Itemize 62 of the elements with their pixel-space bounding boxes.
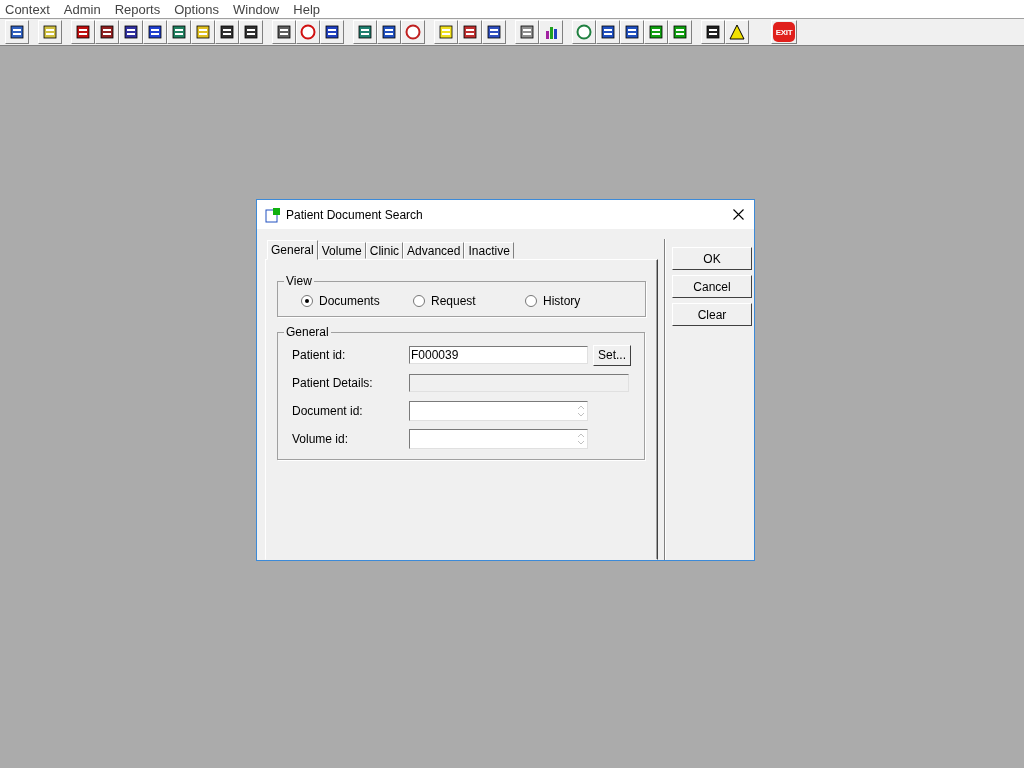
field-label: Patient Details:	[292, 376, 374, 390]
toolbar-button[interactable]	[215, 20, 239, 44]
dialog-title: Patient Document Search	[286, 207, 424, 222]
tab[interactable]: General	[267, 240, 318, 260]
radio-label: Documents	[319, 294, 380, 308]
toolbar-button[interactable]	[725, 20, 749, 44]
dialog-button[interactable]: Cancel	[672, 275, 752, 298]
toolbar-button[interactable]	[668, 20, 692, 44]
toolbar-button[interactable]	[320, 20, 344, 44]
radio-button[interactable]	[525, 295, 537, 307]
toolbar-button[interactable]	[353, 20, 377, 44]
toolbar-button[interactable]	[644, 20, 668, 44]
toolbar-button[interactable]	[119, 20, 143, 44]
menu-item[interactable]: Admin	[63, 1, 115, 17]
radio-option[interactable]: Documents	[301, 294, 413, 308]
toolbar-button[interactable]	[239, 20, 263, 44]
toolbar-button[interactable]	[596, 20, 620, 44]
dialog-button[interactable]: Clear	[672, 303, 752, 326]
radio-button[interactable]	[413, 295, 425, 307]
toolbar-button[interactable]	[71, 20, 95, 44]
toolbar-button[interactable]	[5, 20, 29, 44]
toolbar-button[interactable]	[458, 20, 482, 44]
tab[interactable]: Clinic	[365, 242, 404, 259]
toolbar-button[interactable]	[539, 20, 563, 44]
input-field[interactable]: F000039	[409, 346, 588, 364]
radio-option[interactable]: Request	[413, 294, 525, 308]
toolbar-button[interactable]	[482, 20, 506, 44]
radio-button[interactable]	[301, 295, 313, 307]
toolbar-button[interactable]	[272, 20, 296, 44]
set-button[interactable]: Set...	[593, 344, 631, 366]
dialog-button[interactable]: OK	[672, 247, 752, 270]
close-icon	[733, 209, 744, 220]
menu-item[interactable]: Window	[233, 1, 294, 17]
exit-button[interactable]: EXIT	[771, 20, 797, 44]
menu-item[interactable]: Reports	[114, 1, 175, 17]
tab[interactable]: Inactive	[464, 242, 514, 259]
toolbar-button[interactable]	[515, 20, 539, 44]
field-label: Volume id:	[292, 432, 350, 446]
close-button[interactable]	[731, 209, 746, 220]
toolbar-button[interactable]	[167, 20, 191, 44]
warning-icon	[729, 24, 745, 40]
toolbar-button[interactable]	[143, 20, 167, 44]
radio-label: Request	[431, 294, 476, 308]
field-label: Patient id:	[292, 348, 347, 362]
group-title: View	[285, 274, 313, 288]
radio-label: History	[543, 294, 581, 308]
menu-item[interactable]: Options	[174, 1, 233, 17]
bar-chart-icon	[543, 24, 559, 40]
menu-item[interactable]: Help	[293, 1, 334, 17]
toolbar-button[interactable]	[701, 20, 725, 44]
radio-option[interactable]: History	[525, 294, 637, 308]
group-title: General	[285, 325, 330, 339]
menu-item[interactable]: Context	[5, 1, 64, 17]
toolbar-button[interactable]	[620, 20, 644, 44]
tab[interactable]: Volume	[317, 242, 366, 259]
field-label: Document id:	[292, 404, 364, 418]
spin-field[interactable]	[409, 429, 588, 449]
tab[interactable]: Advanced	[403, 242, 465, 259]
toolbar-button[interactable]	[95, 20, 119, 44]
toolbar-button[interactable]	[401, 20, 425, 44]
toolbar-button[interactable]	[377, 20, 401, 44]
spin-field[interactable]	[409, 401, 588, 421]
